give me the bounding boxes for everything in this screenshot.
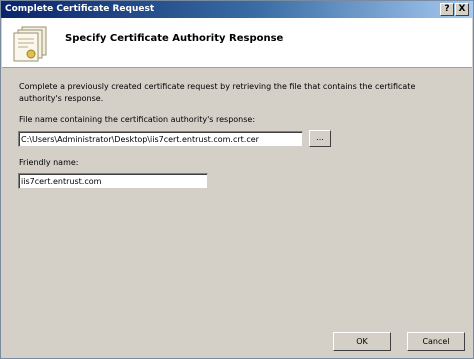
certificate-icon	[13, 26, 47, 62]
close-button[interactable]: X	[455, 3, 469, 16]
file-name-input[interactable]	[18, 131, 303, 147]
complete-certificate-request-dialog: Complete Certificate Request ? X Specify…	[0, 0, 474, 359]
ok-button[interactable]: OK	[333, 332, 391, 351]
description-text: Complete a previously created certificat…	[19, 82, 416, 103]
window-title: Complete Certificate Request	[5, 4, 155, 14]
help-button[interactable]: ?	[440, 3, 454, 16]
friendly-name-label: Friendly name:	[19, 158, 79, 167]
header-banner: Specify Certificate Authority Response	[2, 18, 472, 68]
browse-button[interactable]: ...	[309, 130, 331, 147]
cancel-button[interactable]: Cancel	[407, 332, 465, 351]
page-title: Specify Certificate Authority Response	[65, 33, 284, 44]
friendly-name-input[interactable]	[18, 173, 208, 189]
file-name-label: File name containing the certification a…	[19, 115, 256, 124]
title-bar[interactable]: Complete Certificate Request ? X	[1, 1, 473, 18]
